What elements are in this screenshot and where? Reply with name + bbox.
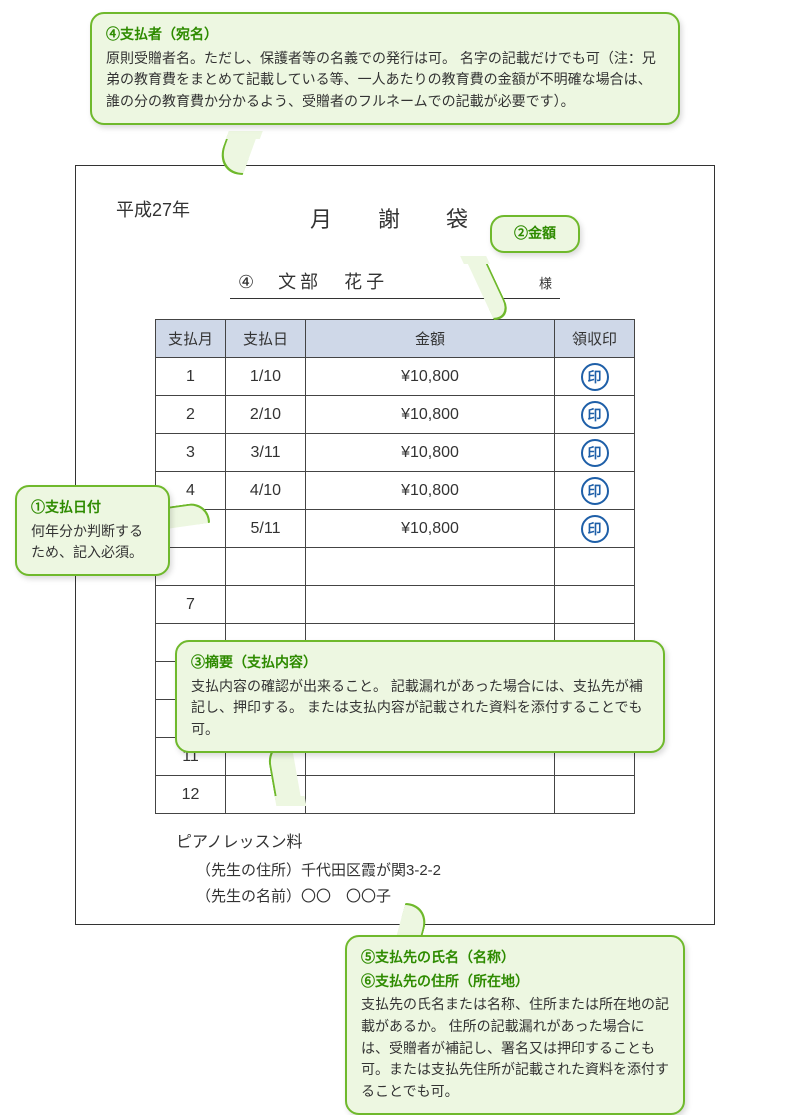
teacher-name: （先生の名前）〇〇 〇〇子 [196,884,674,910]
receipt-stamp-icon: 印 [581,363,609,391]
callout-amount: ②金額 [490,215,580,253]
cell-seal: 印 [555,434,635,472]
table-row: 12 [156,776,635,814]
teacher-address: （先生の住所）千代田区霞が関3-2-2 [196,858,674,884]
addressee-line: ④ 文部 花子 様 [230,264,560,299]
callout-payee: ⑤支払先の氏名（名称） ⑥支払先の住所（所在地） 支払先の氏名または名称、住所ま… [345,935,685,1115]
cell-amount: ¥10,800 [306,472,555,510]
teacher-info: （先生の住所）千代田区霞が関3-2-2 （先生の名前）〇〇 〇〇子 [196,858,674,909]
table-row: 5/11¥10,800 印 [156,510,635,548]
cell-seal: 印 [555,510,635,548]
col-month: 支払月 [156,320,226,358]
table-row: 22/10¥10,800 印 [156,396,635,434]
cell-seal [555,586,635,624]
cell-seal: 印 [555,396,635,434]
cell-amount [306,586,555,624]
document-title: 月 謝 袋 [116,202,674,234]
tuition-envelope-document: 平成27年 月 謝 袋 ④ 文部 花子 様 支払月 支払日 金額 領収印 11/… [75,165,715,925]
addressee-marker: ④ [238,272,254,293]
col-date: 支払日 [226,320,306,358]
callout-body: 支払内容の確認が出来ること。 記載漏れがあった場合には、支払先が補記し、押印する… [191,676,649,741]
receipt-stamp-icon: 印 [581,401,609,429]
receipt-stamp-icon: 印 [581,477,609,505]
callout-head: ①支払日付 [31,497,154,519]
callout-payment-date: ①支払日付 何年分か判断するため、記入必須。 [15,485,170,576]
callout-body: 何年分か判断するため、記入必須。 [31,521,154,564]
cell-month: 2 [156,396,226,434]
cell-date: 2/10 [226,396,306,434]
callout-head: ⑥支払先の住所（所在地） [361,971,669,993]
receipt-stamp-icon: 印 [581,439,609,467]
callout-body: 原則受贈者名。ただし、保護者等の名義での発行は可。 名字の記載だけでも可（注：兄… [106,48,664,113]
cell-amount: ¥10,800 [306,396,555,434]
cell-date [226,548,306,586]
table-row [156,548,635,586]
addressee-suffix: 様 [539,273,552,292]
table-row: 44/10¥10,800印 [156,472,635,510]
cell-date [226,586,306,624]
table-row: 7 [156,586,635,624]
cell-amount: ¥10,800 [306,434,555,472]
receipt-stamp-icon: 印 [581,515,609,543]
table-row: 33/11¥10,800 印 [156,434,635,472]
cell-date: 1/10 [226,358,306,396]
col-amount: 金額 [306,320,555,358]
payment-summary: ピアノレッスン料 [176,828,674,852]
cell-amount: ¥10,800 [306,358,555,396]
callout-head: ③摘要（支払内容） [191,652,649,674]
callout-payer: ④支払者（宛名） 原則受贈者名。ただし、保護者等の名義での発行は可。 名字の記載… [90,12,680,125]
table-row: 11/10¥10,800 印 [156,358,635,396]
cell-amount [306,776,555,814]
cell-month: 3 [156,434,226,472]
callout-head: ⑤支払先の氏名（名称） [361,947,669,969]
cell-date: 4/10 [226,472,306,510]
cell-amount [306,548,555,586]
cell-seal: 印 [555,358,635,396]
cell-date: 5/11 [226,510,306,548]
callout-head: ④支払者（宛名） [106,24,664,46]
cell-month: 12 [156,776,226,814]
cell-seal: 印 [555,472,635,510]
cell-seal [555,548,635,586]
cell-seal [555,776,635,814]
callout-description: ③摘要（支払内容） 支払内容の確認が出来ること。 記載漏れがあった場合には、支払… [175,640,665,753]
cell-date: 3/11 [226,434,306,472]
callout-head: ②金額 [502,223,568,245]
col-seal: 領収印 [555,320,635,358]
callout-body: 支払先の氏名または名称、住所または所在地の記載があるか。 住所の記載漏れがあった… [361,994,669,1102]
cell-month: 1 [156,358,226,396]
cell-month: 7 [156,586,226,624]
cell-amount: ¥10,800 [306,510,555,548]
